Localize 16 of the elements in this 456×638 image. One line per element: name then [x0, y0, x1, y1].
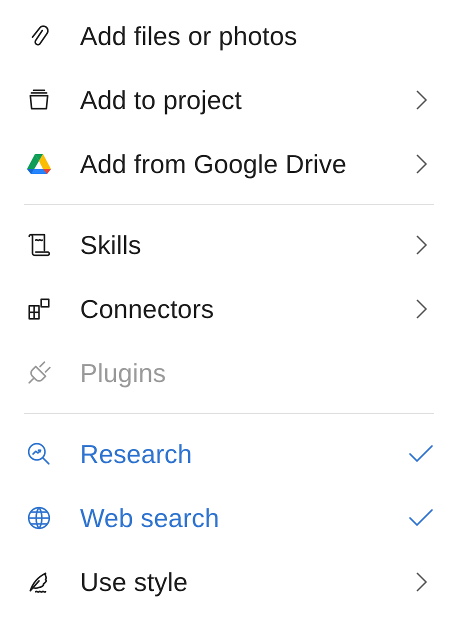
menu-item[interactable]: Add to project	[0, 68, 456, 132]
drive-logo-icon	[26, 152, 52, 176]
blocks-icon	[26, 296, 52, 322]
search-icon	[26, 441, 52, 467]
checkmark-icon	[408, 508, 434, 528]
menu-item[interactable]: Add from Google Drive	[0, 132, 456, 196]
globe-icon	[26, 505, 52, 531]
checkmark-icon	[408, 444, 434, 464]
menu-item[interactable]: Web search	[0, 486, 456, 550]
plug-icon	[26, 360, 52, 386]
scroll-icon	[26, 232, 52, 258]
menu-item[interactable]: Use style	[0, 550, 456, 614]
menu-item[interactable]: Add files or photos	[0, 4, 456, 68]
menu-item[interactable]: Research	[0, 422, 456, 486]
menu-item[interactable]: Connectors	[0, 277, 456, 341]
menu-item[interactable]: Skills	[0, 213, 456, 277]
